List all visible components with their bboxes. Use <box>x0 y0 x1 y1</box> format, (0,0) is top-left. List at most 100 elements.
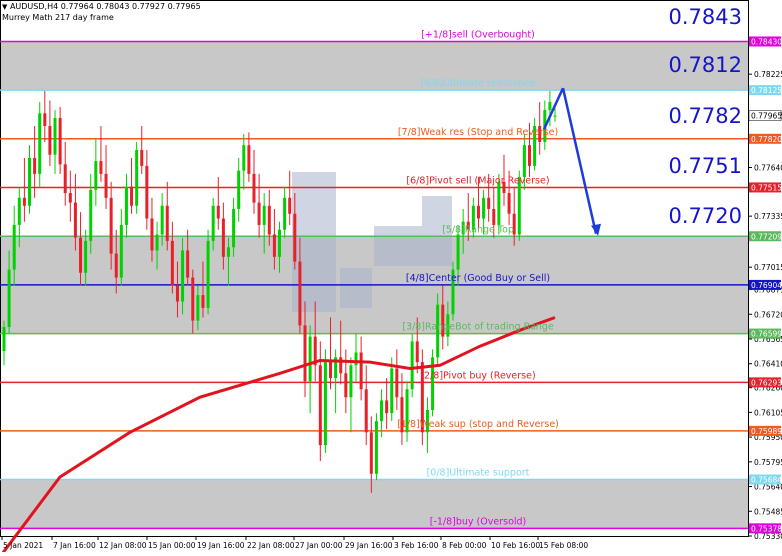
level-price-tag-label: 0.75989 <box>751 427 782 436</box>
candle-body <box>175 285 179 302</box>
candle-body <box>216 205 220 219</box>
time-tick-label: 7 Jan 16:00 <box>53 541 96 550</box>
time-tick-label: 8 Feb 00:00 <box>442 541 487 550</box>
candle-body <box>89 189 93 241</box>
level-label: [6/8]Pivot sell (Major Reverse) <box>406 175 549 186</box>
candle-body <box>476 205 480 219</box>
price-tick-label: 0.77015 <box>754 263 782 272</box>
candle-body <box>497 181 501 225</box>
candle-body <box>43 113 47 127</box>
price-axis: 0.782250.779650.776400.773350.770150.768… <box>748 36 782 541</box>
candle-body <box>487 197 491 209</box>
level-label: [8/8]Ultimate resistance <box>420 78 535 89</box>
price-tick-label: 0.77335 <box>754 212 782 221</box>
price-tick-label: 0.75330 <box>754 532 782 541</box>
candle-body <box>278 229 281 257</box>
symbol-line: AUDUSD,H4 0.77964 0.78043 0.77927 0.7796… <box>9 2 201 11</box>
candle-body <box>456 234 460 270</box>
candle-body <box>374 421 378 474</box>
price-tick-label: 0.76410 <box>754 360 782 369</box>
level-price-tag-label: 0.76293 <box>751 378 782 387</box>
candle-body <box>344 373 348 398</box>
candle-body <box>165 205 169 241</box>
candle-body <box>63 164 67 194</box>
level-price-tag-label: 0.78125 <box>751 86 782 95</box>
candle-body <box>135 149 139 206</box>
candle-body <box>58 118 62 165</box>
candle-body <box>73 202 77 238</box>
level-label: [-1/8]buy (Oversold) <box>430 516 527 527</box>
candle-body <box>79 237 83 273</box>
time-tick-label: 19 Jan 16:00 <box>197 541 245 550</box>
candle-body <box>99 161 103 174</box>
candle-body <box>527 145 531 166</box>
time-tick-label: 3 Feb 16:00 <box>394 541 439 550</box>
level-price-tag-label: 0.75684 <box>751 476 782 485</box>
candle-body <box>68 193 72 203</box>
candle-body <box>119 224 123 278</box>
candle-body <box>12 224 16 270</box>
candle-body <box>38 113 42 174</box>
current-price-label: 0.77965 <box>751 112 782 121</box>
candle-body <box>28 157 32 206</box>
candle-body <box>329 362 333 379</box>
level-price-tag-label: 0.75378 <box>751 524 782 533</box>
big-level-label: 0.7720 <box>668 204 742 228</box>
candle-body <box>364 389 368 433</box>
candle-body <box>145 165 149 219</box>
candle-body <box>48 126 52 155</box>
candle-body <box>114 253 118 278</box>
candle-body <box>242 145 246 171</box>
candle-body <box>308 336 312 382</box>
time-tick-label: 29 Jan 16:00 <box>345 541 393 550</box>
candle-body <box>354 352 358 366</box>
candle-body <box>390 368 394 414</box>
symbol-header: ▼ AUDUSD,H4 0.77964 0.78043 0.77927 0.77… <box>2 2 201 11</box>
candle-body <box>548 102 552 111</box>
candle-body <box>410 341 414 390</box>
candle-body <box>298 261 302 326</box>
candle-body <box>22 197 26 206</box>
level-label: [2/8]Pivot buy (Reverse) <box>420 370 535 381</box>
level-label: [3/8]RangeBot of trading Range <box>402 322 554 333</box>
candle-body <box>53 118 57 155</box>
price-tick-label: 0.78225 <box>754 70 782 79</box>
candle-body <box>155 234 159 251</box>
time-tick-label: 15 Feb 08:00 <box>539 541 588 550</box>
candle-body <box>201 295 205 308</box>
price-tick-label: 0.75795 <box>754 458 782 467</box>
candle-body <box>252 173 256 203</box>
candle-body <box>262 205 266 225</box>
candle-body <box>283 197 287 230</box>
candle-body <box>257 202 261 225</box>
time-tick-label: 10 Feb 16:00 <box>491 541 540 550</box>
collapse-triangle-icon[interactable]: ▼ <box>2 3 7 11</box>
candle-body <box>196 295 200 321</box>
time-tick-label: 27 Jan 00:00 <box>295 541 343 550</box>
candle-body <box>124 186 128 225</box>
level-price-tag-label: 0.77209 <box>751 232 782 241</box>
level-label: [1/8]Weak sup (stop and Reverse) <box>397 419 559 430</box>
level-price-tag-label: 0.77515 <box>751 183 782 192</box>
candle-body <box>482 197 486 219</box>
big-level-label: 0.7782 <box>668 104 742 128</box>
level-label: [0/8]Ultimate support <box>427 468 530 479</box>
candle-body <box>160 205 164 235</box>
candle-body <box>17 197 21 225</box>
candle-body <box>7 269 11 328</box>
candle-body <box>380 400 384 422</box>
time-tick-label: 15 Jan 00:00 <box>148 541 196 550</box>
level-price-tag-label: 0.77820 <box>751 135 782 144</box>
indicator-name: Murrey Math 217 day frame <box>2 13 114 22</box>
candle-body <box>170 240 174 286</box>
candle-body <box>359 352 363 390</box>
candle-body <box>186 250 190 278</box>
candle-body <box>247 145 251 174</box>
candle-body <box>369 432 373 474</box>
level-label: [4/8]Center (Good Buy or Sell) <box>406 273 550 284</box>
price-tick-label: 0.77640 <box>754 164 782 173</box>
candle-body <box>385 400 389 414</box>
candle-body <box>293 213 297 262</box>
candle-body <box>303 325 307 382</box>
price-tick-label: 0.75485 <box>754 507 782 516</box>
